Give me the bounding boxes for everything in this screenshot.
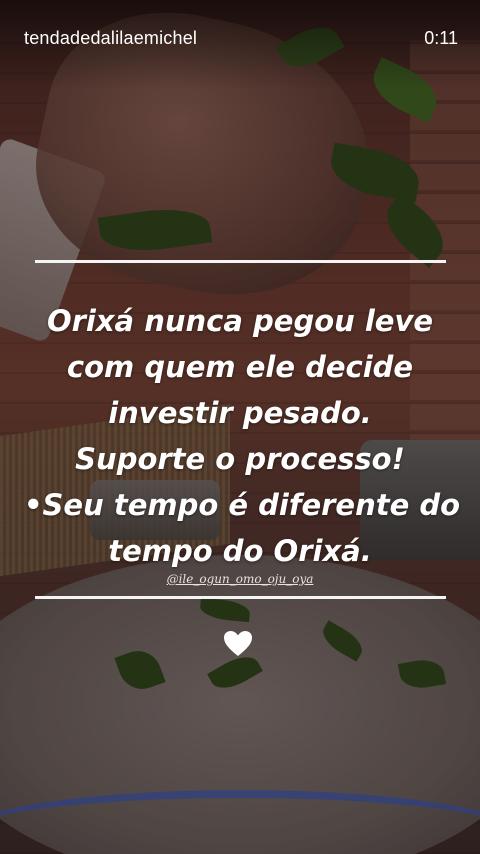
quote-line: investir pesado. [108,396,372,430]
top-divider [35,260,446,263]
quote-line: tempo do Orixá. [108,534,372,568]
white-heart-icon [222,628,254,660]
quote-line: •Seu tempo é diferente do [24,488,461,522]
account-username[interactable]: tendadedalilaemichel [24,28,197,49]
quote-line: Suporte o processo! [75,442,405,476]
quote-text: Orixá nunca pegou leve com quem ele deci… [24,298,461,574]
bottom-divider [35,596,446,599]
video-timer: 0:11 [424,28,458,48]
quote-line: Orixá nunca pegou leve [46,304,434,338]
quote-line: com quem ele decide [66,350,414,384]
source-handle[interactable]: @ile_ogun_omo_oju_oya [0,572,480,586]
